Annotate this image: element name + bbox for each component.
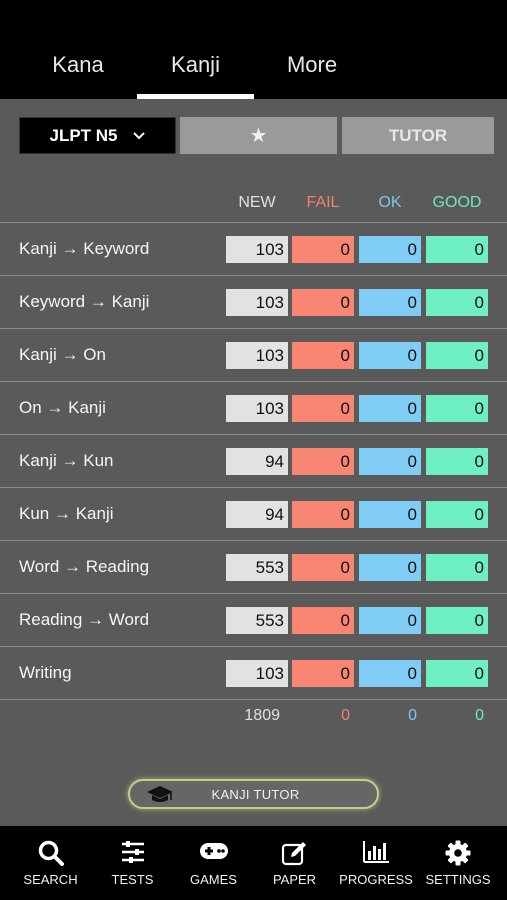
test-row-reading-word[interactable]: Reading → Word 553 0 0 0 (0, 593, 507, 646)
kanji-tutor-button[interactable]: KANJI TUTOR (128, 779, 379, 809)
fail-count: 0 (292, 660, 354, 687)
test-row-kanji-keyword[interactable]: Kanji → Keyword 103 0 0 0 (0, 222, 507, 275)
tab-more[interactable]: More (262, 52, 362, 84)
test-row-label: Reading → Word (19, 610, 150, 629)
fail-count: 0 (292, 501, 354, 528)
good-count: 0 (426, 607, 488, 634)
good-count: 0 (426, 236, 488, 263)
test-row-label: Word → Reading (19, 557, 150, 576)
new-count: 94 (226, 501, 288, 528)
good-count: 0 (426, 554, 488, 581)
favorites-button[interactable]: ★ (180, 117, 337, 154)
ok-count: 0 (359, 554, 421, 581)
test-row-label: Kanji → On (19, 345, 106, 364)
test-row-label: Writing (19, 663, 72, 682)
column-header-fail: FAIL (306, 194, 340, 211)
test-row-on-kanji[interactable]: On → Kanji 103 0 0 0 (0, 381, 507, 434)
test-list: Kanji → Keyword 103 0 0 0 Keyword → Kanj… (0, 222, 507, 700)
tabbar-label: PROGRESS (339, 872, 413, 887)
gamepad-icon (199, 843, 228, 859)
total-good: 0 (475, 707, 484, 724)
good-count: 0 (426, 395, 488, 422)
gear-icon (445, 840, 471, 866)
tab-kanji[interactable]: Kanji (137, 52, 254, 84)
column-header-good: GOOD (432, 194, 482, 211)
top-tab-bar: Kana Kanji More (0, 0, 507, 99)
chevron-down-icon (132, 128, 146, 144)
test-row-label: Kun → Kanji (19, 504, 114, 523)
good-count: 0 (426, 342, 488, 369)
new-count: 553 (226, 607, 288, 634)
total-new: 1809 (244, 707, 280, 724)
fail-count: 0 (292, 395, 354, 422)
total-ok: 0 (408, 707, 417, 724)
test-row-label: Keyword → Kanji (19, 292, 150, 311)
fail-count: 0 (292, 236, 354, 263)
new-count: 103 (226, 289, 288, 316)
new-count: 103 (226, 342, 288, 369)
new-count: 103 (226, 395, 288, 422)
ok-count: 0 (359, 448, 421, 475)
test-row-writing[interactable]: Writing 103 0 0 0 (0, 646, 507, 699)
good-count: 0 (426, 660, 488, 687)
kanji-tutor-label: KANJI TUTOR (211, 786, 300, 802)
jlpt-level-select[interactable]: JLPT N5 (19, 117, 176, 154)
tabbar-settings[interactable]: SETTINGS (412, 826, 504, 900)
ok-count: 0 (359, 236, 421, 263)
fail-count: 0 (292, 289, 354, 316)
tabbar-label: SETTINGS (425, 872, 491, 887)
tabbar-progress[interactable]: PROGRESS (326, 826, 426, 900)
ok-count: 0 (359, 395, 421, 422)
tab-kana[interactable]: Kana (28, 52, 128, 84)
sliders-icon (121, 841, 144, 863)
list-divider (0, 699, 507, 700)
new-count: 103 (226, 660, 288, 687)
test-row-kun-kanji[interactable]: Kun → Kanji 94 0 0 0 (0, 487, 507, 540)
good-count: 0 (426, 501, 488, 528)
jlpt-level-label: JLPT N5 (49, 125, 118, 145)
new-count: 94 (226, 448, 288, 475)
test-row-word-reading[interactable]: Word → Reading 553 0 0 0 (0, 540, 507, 593)
column-header-new: NEW (238, 194, 276, 211)
tutor-toggle-button[interactable]: TUTOR (342, 117, 494, 154)
test-row-label: Kanji → Keyword (19, 239, 150, 258)
ok-count: 0 (359, 289, 421, 316)
pencil-square-icon (281, 842, 306, 866)
search-icon (38, 840, 64, 866)
good-count: 0 (426, 289, 488, 316)
ok-count: 0 (359, 607, 421, 634)
active-tab-indicator (137, 94, 254, 99)
fail-count: 0 (292, 607, 354, 634)
bar-chart-icon (363, 841, 389, 863)
fail-count: 0 (292, 448, 354, 475)
ok-count: 0 (359, 501, 421, 528)
good-count: 0 (426, 448, 488, 475)
column-header-ok: OK (378, 194, 402, 211)
test-row-label: Kanji → Kun (19, 451, 114, 470)
bottom-tab-bar: SEARCH TESTS GAMES PAPER PROGRESS SETTIN… (0, 826, 507, 900)
test-row-kanji-kun[interactable]: Kanji → Kun 94 0 0 0 (0, 434, 507, 487)
test-row-label: On → Kanji (19, 398, 106, 417)
ok-count: 0 (359, 660, 421, 687)
new-count: 103 (226, 236, 288, 263)
fail-count: 0 (292, 554, 354, 581)
total-fail: 0 (341, 707, 350, 724)
fail-count: 0 (292, 342, 354, 369)
new-count: 553 (226, 554, 288, 581)
ok-count: 0 (359, 342, 421, 369)
test-row-kanji-on[interactable]: Kanji → On 103 0 0 0 (0, 328, 507, 381)
star-icon: ★ (249, 125, 268, 147)
test-row-keyword-kanji[interactable]: Keyword → Kanji 103 0 0 0 (0, 275, 507, 328)
